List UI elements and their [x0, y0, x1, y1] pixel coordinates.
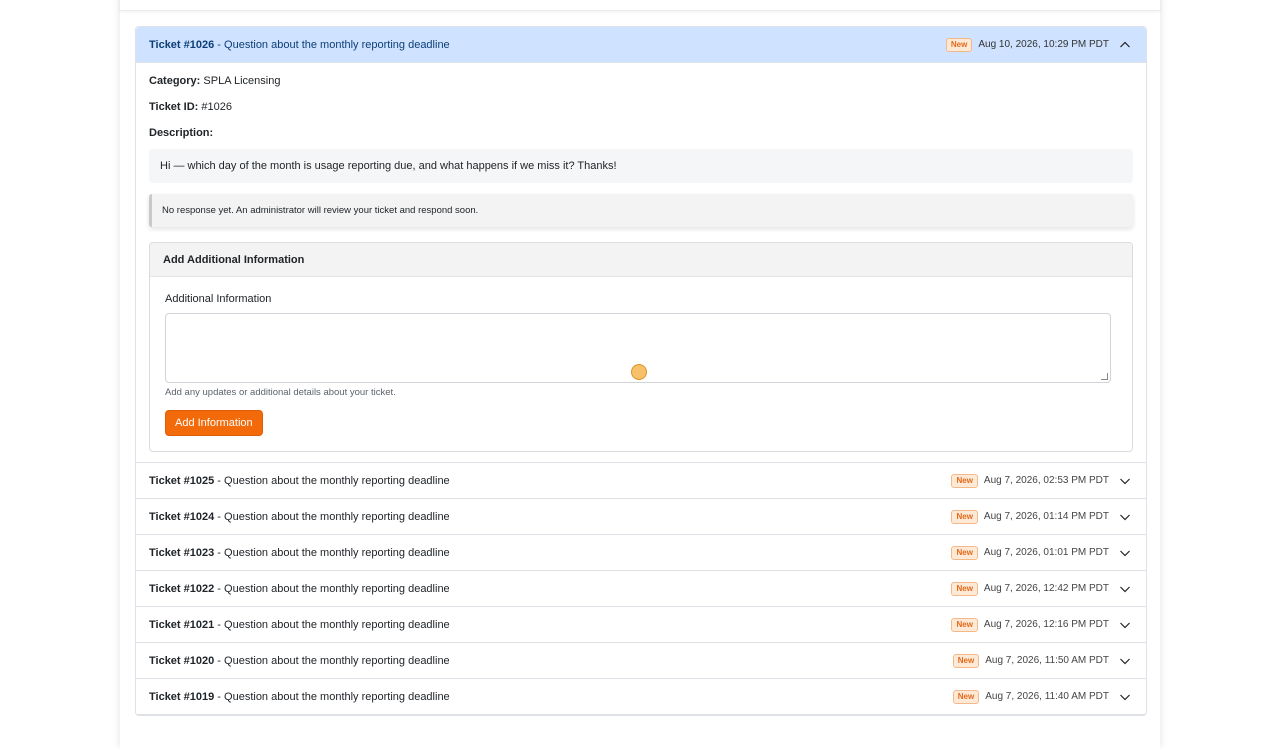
ticket-id-value: #1026: [198, 101, 232, 113]
ticket-subject: - Question about the monthly reporting d…: [214, 690, 450, 703]
ticket-meta: New Aug 7, 2026, 12:42 PM PDT: [951, 581, 1133, 596]
chevron-down-icon[interactable]: [1119, 511, 1131, 523]
chevron-down-icon[interactable]: [1119, 655, 1131, 667]
add-info-card-body: Additional Information Add any updates o…: [150, 277, 1132, 451]
ticket-timestamp: Aug 7, 2026, 12:16 PM PDT: [983, 619, 1109, 630]
status-badge: New: [951, 545, 978, 560]
ticket-meta: New Aug 7, 2026, 01:14 PM PDT: [951, 509, 1133, 524]
ticket-id-label: Ticket #1019: [149, 690, 215, 703]
status-badge: New: [952, 689, 980, 704]
description-field: Description:: [149, 127, 1133, 139]
ticket-id-label: Ticket #1025: [149, 474, 215, 487]
ticket-timestamp: Aug 7, 2026, 12:42 PM PDT: [983, 583, 1109, 594]
chevron-up-icon[interactable]: [1119, 39, 1131, 51]
status-badge: New: [951, 509, 978, 524]
ticket-meta: New Aug 7, 2026, 11:50 AM PDT: [952, 653, 1133, 668]
chevron-down-icon[interactable]: [1119, 619, 1131, 631]
chevron-down-icon[interactable]: [1119, 583, 1131, 595]
main-container: Ticket #1026 - Question about the monthl…: [120, 0, 1160, 748]
chevron-down-icon[interactable]: [1119, 547, 1131, 559]
description-text: Hi — which day of the month is usage rep…: [149, 149, 1133, 183]
ticket-id-label: Ticket #1024: [149, 510, 215, 523]
ticket-title: Ticket #1023 - Question about the monthl…: [149, 547, 450, 559]
category-label: Category:: [149, 75, 201, 87]
ticket-header-1021[interactable]: Ticket #1021 - Question about the monthl…: [136, 607, 1146, 643]
ticket-id-label: Ticket #1021: [149, 618, 215, 631]
status-badge: New: [951, 581, 978, 596]
ticket-timestamp: Aug 7, 2026, 11:40 AM PDT: [985, 691, 1109, 702]
additional-info-label: Additional Information: [165, 293, 272, 305]
ticket-header-1024[interactable]: Ticket #1024 - Question about the monthl…: [136, 499, 1146, 535]
category-value: SPLA Licensing: [200, 75, 281, 87]
description-label: Description:: [149, 127, 214, 139]
add-information-button[interactable]: Add Information: [165, 410, 263, 436]
ticket-header-1019[interactable]: Ticket #1019 - Question about the monthl…: [136, 679, 1146, 715]
ticket-timestamp: Aug 7, 2026, 02:53 PM PDT: [983, 475, 1109, 486]
ticket-header-1022[interactable]: Ticket #1022 - Question about the monthl…: [136, 571, 1146, 607]
additional-info-textarea[interactable]: [165, 313, 1111, 383]
response-message: No response yet. An administrator will r…: [149, 194, 1133, 227]
ticket-meta: New Aug 10, 2026, 10:29 PM PDT: [945, 37, 1133, 52]
ticket-meta: New Aug 7, 2026, 12:16 PM PDT: [951, 617, 1133, 632]
ticket-title: Ticket #1026 - Question about the monthl…: [149, 39, 450, 51]
ticket-id-field-label: Ticket ID:: [149, 101, 199, 113]
add-info-card: Add Additional Information Additional In…: [149, 242, 1133, 452]
chevron-down-icon[interactable]: [1119, 475, 1131, 487]
ticket-header-1023[interactable]: Ticket #1023 - Question about the monthl…: [136, 535, 1146, 571]
status-badge: New: [945, 37, 973, 52]
status-badge: New: [952, 653, 980, 668]
ticket-subject: - Question about the monthly reporting d…: [214, 582, 450, 595]
ticket-title: Ticket #1022 - Question about the monthl…: [149, 583, 450, 595]
ticket-id-field: Ticket ID: #1026: [149, 101, 1133, 113]
ticket-id-label: Ticket #1026: [149, 38, 215, 51]
ticket-subject: - Question about the monthly reporting d…: [214, 618, 450, 631]
ticket-title: Ticket #1020 - Question about the monthl…: [149, 655, 450, 667]
ticket-subject: - Question about the monthly reporting d…: [214, 38, 450, 51]
ticket-meta: New Aug 7, 2026, 02:53 PM PDT: [951, 473, 1133, 488]
status-badge: New: [951, 473, 978, 488]
tickets-accordion: Ticket #1026 - Question about the monthl…: [135, 26, 1147, 716]
ticket-timestamp: Aug 7, 2026, 01:14 PM PDT: [983, 511, 1109, 522]
ticket-id-label: Ticket #1020: [149, 654, 215, 667]
ticket-header-1020[interactable]: Ticket #1020 - Question about the monthl…: [136, 643, 1146, 679]
ticket-meta: New Aug 7, 2026, 01:01 PM PDT: [951, 545, 1133, 560]
additional-info-help: Add any updates or additional details ab…: [165, 387, 396, 398]
top-card-edge: [120, 0, 1160, 11]
resize-handle-icon[interactable]: [1101, 373, 1108, 380]
category-field: Category: SPLA Licensing: [149, 75, 1133, 87]
ticket-title: Ticket #1019 - Question about the monthl…: [149, 691, 450, 703]
ticket-timestamp: Aug 7, 2026, 01:01 PM PDT: [983, 547, 1109, 558]
ticket-body-1026: Category: SPLA Licensing Ticket ID: #102…: [136, 63, 1146, 463]
ticket-header-1026[interactable]: Ticket #1026 - Question about the monthl…: [136, 27, 1146, 63]
ticket-timestamp: Aug 7, 2026, 11:50 AM PDT: [985, 655, 1109, 666]
ticket-title: Ticket #1021 - Question about the monthl…: [149, 619, 450, 631]
chevron-down-icon[interactable]: [1119, 691, 1131, 703]
ticket-subject: - Question about the monthly reporting d…: [214, 654, 450, 667]
ticket-header-1025[interactable]: Ticket #1025 - Question about the monthl…: [136, 463, 1146, 499]
ticket-id-label: Ticket #1022: [149, 582, 215, 595]
ticket-timestamp: Aug 10, 2026, 10:29 PM PDT: [978, 39, 1109, 50]
ticket-subject: - Question about the monthly reporting d…: [214, 474, 450, 487]
ticket-title: Ticket #1024 - Question about the monthl…: [149, 511, 450, 523]
ticket-id-label: Ticket #1023: [149, 546, 215, 559]
status-badge: New: [951, 617, 978, 632]
ticket-subject: - Question about the monthly reporting d…: [214, 510, 450, 523]
ticket-subject: - Question about the monthly reporting d…: [214, 546, 450, 559]
ticket-title: Ticket #1025 - Question about the monthl…: [149, 475, 450, 487]
ticket-meta: New Aug 7, 2026, 11:40 AM PDT: [952, 689, 1133, 704]
add-info-card-title: Add Additional Information: [150, 243, 1132, 277]
